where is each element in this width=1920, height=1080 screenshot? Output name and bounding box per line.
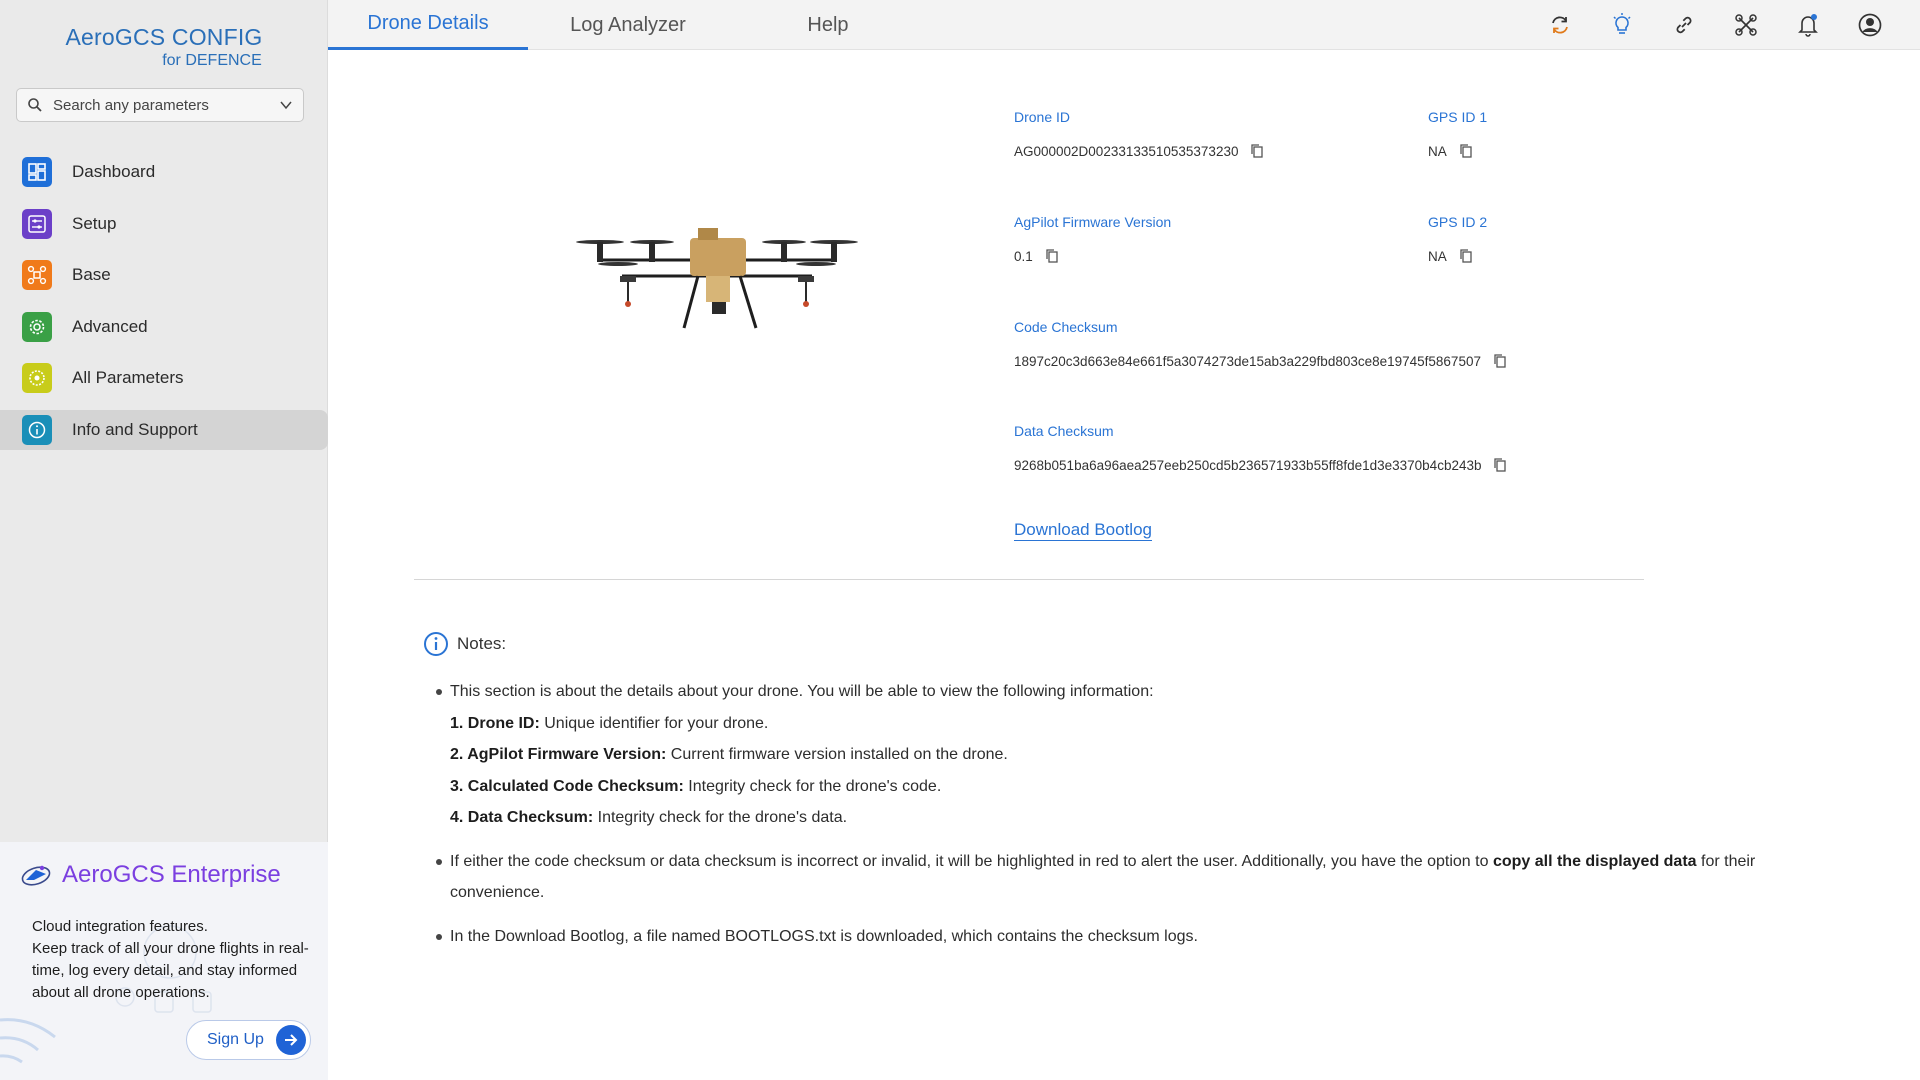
brand-logo: AeroGCS CONFIG for DEFENCE: [0, 24, 328, 70]
setup-icon: [22, 208, 52, 239]
note-desc: Integrity check for the drone's data.: [593, 809, 848, 826]
section-divider: [414, 579, 1644, 580]
note-term: 2. AgPilot Firmware Version:: [450, 746, 667, 763]
firmware-version-label: AgPilot Firmware Version: [1014, 214, 1172, 230]
code-checksum-field: 1897c20c3d663e84e661f5a3074273de15ab3a22…: [1014, 353, 1507, 369]
list-item: 1. Drone ID: Unique identifier for your …: [436, 708, 1776, 740]
list-item: This section is about the details about …: [436, 676, 1776, 708]
note-desc: Unique identifier for your drone.: [539, 714, 769, 732]
search-input[interactable]: [53, 96, 279, 114]
sidebar-item-label: Info and Support: [72, 419, 198, 439]
drone-icon[interactable]: [1732, 11, 1760, 39]
note-emphasis: copy all the displayed data: [1492, 852, 1697, 870]
promo-description: Cloud integration features. Keep track o…: [32, 916, 312, 1004]
drone-image: [576, 228, 858, 329]
brand-title: AeroGCS CONFIG: [65, 24, 263, 50]
bell-icon[interactable]: [1794, 11, 1822, 39]
data-checksum-label: Data Checksum: [1014, 423, 1114, 439]
note-text: If either the code checksum or data chec…: [450, 852, 1493, 870]
drone-id-value: AG000002D00233133510535373230: [1014, 143, 1239, 159]
download-bootlog-link[interactable]: Download Bootlog: [1014, 520, 1152, 541]
gps-id-2-field: NA: [1428, 248, 1473, 264]
sidebar-item-setup[interactable]: Setup: [0, 204, 328, 244]
sidebar-item-info-and-support[interactable]: Info and Support: [0, 409, 328, 450]
all-parameters-icon: [22, 363, 52, 393]
gps-id-1-label: GPS ID 1: [1428, 109, 1488, 125]
note-desc: Integrity check for the drone's code.: [683, 777, 942, 795]
sidebar-item-dashboard[interactable]: Dashboard: [0, 152, 328, 192]
drone-id-label: Drone ID: [1014, 109, 1071, 125]
data-checksum-field: 9268b051ba6a96aea257eeb250cd5b236571933b…: [1014, 457, 1507, 473]
firmware-version-field: 0.1: [1014, 248, 1059, 264]
enterprise-promo: AeroGCS Enterprise Cloud integration fea…: [0, 842, 328, 1080]
note-term: 3. Calculated Code Checksum:: [450, 777, 684, 795]
promo-text-line1: Cloud integration features.: [32, 918, 208, 935]
dashboard-icon: [22, 157, 52, 187]
chevron-down-icon[interactable]: [279, 98, 293, 112]
copy-icon[interactable]: [1250, 143, 1264, 159]
promo-text-line2: Keep track of all your drone flights in …: [32, 940, 309, 1001]
sign-up-button[interactable]: Sign Up: [186, 1020, 311, 1060]
copy-icon[interactable]: [1493, 457, 1507, 473]
notes-title: Notes:: [457, 634, 507, 653]
info-icon: [22, 414, 52, 445]
sidebar-item-label: Base: [72, 265, 111, 284]
sync-icon[interactable]: [1546, 11, 1574, 39]
notes-list: This section is about the details about …: [436, 676, 1776, 952]
enterprise-logo-icon: [21, 865, 51, 886]
sidebar-item-label: Dashboard: [72, 162, 156, 181]
brand-subtitle: for DEFENCE: [162, 52, 262, 69]
list-item: 3. Calculated Code Checksum: Integrity c…: [436, 771, 1776, 803]
code-checksum-label: Code Checksum: [1014, 319, 1118, 335]
code-checksum-value: 1897c20c3d663e84e661f5a3074273de15ab3a22…: [1014, 353, 1481, 369]
search-icon: [28, 98, 42, 112]
user-icon[interactable]: [1856, 11, 1884, 39]
sidebar: AeroGCS CONFIG for DEFENCE Dashboard Set…: [0, 0, 328, 1080]
sidebar-item-base[interactable]: Base: [0, 255, 328, 295]
copy-icon[interactable]: [1459, 248, 1473, 264]
copy-icon[interactable]: [1493, 353, 1507, 369]
promo-header: AeroGCS Enterprise: [20, 860, 281, 890]
list-item: 4. Data Checksum: Integrity check for th…: [436, 802, 1776, 834]
notes-header: Notes:: [423, 631, 506, 657]
drone-id-field: AG000002D00233133510535373230: [1014, 143, 1264, 159]
advanced-icon: [22, 311, 52, 342]
sidebar-nav: Dashboard Setup Base Advanced All Parame…: [0, 152, 328, 461]
note-term: 1. Drone ID:: [450, 714, 540, 732]
data-checksum-value: 9268b051ba6a96aea257eeb250cd5b236571933b…: [1014, 457, 1482, 473]
top-bar: Drone Details Log Analyzer Help: [328, 0, 1920, 50]
copy-icon[interactable]: [1045, 248, 1059, 264]
list-item: In the Download Bootlog, a file named BO…: [436, 921, 1776, 953]
gps-id-1-field: NA: [1428, 143, 1473, 159]
base-icon: [22, 260, 52, 290]
sidebar-item-label: Setup: [72, 213, 117, 233]
tab-drone-details[interactable]: Drone Details: [328, 0, 528, 50]
bulb-icon[interactable]: [1608, 11, 1636, 39]
copy-icon[interactable]: [1459, 143, 1473, 159]
sidebar-item-label: All Parameters: [72, 368, 184, 387]
note-desc: Current firmware version installed on th…: [666, 746, 1008, 763]
list-item: If either the code checksum or data chec…: [436, 846, 1776, 909]
tab-log-analyzer[interactable]: Log Analyzer: [528, 0, 728, 50]
sidebar-item-advanced[interactable]: Advanced: [0, 307, 328, 347]
gps-id-2-label: GPS ID 2: [1428, 214, 1488, 230]
sidebar-item-all-parameters[interactable]: All Parameters: [0, 358, 328, 398]
arrow-right-icon: [276, 1025, 306, 1055]
tab-help[interactable]: Help: [728, 0, 928, 50]
promo-title: AeroGCS Enterprise: [62, 861, 281, 888]
info-icon: [424, 632, 448, 656]
gps-id-2-value: NA: [1428, 248, 1447, 264]
gps-id-1-value: NA: [1428, 143, 1447, 159]
sign-up-label: Sign Up: [207, 1031, 264, 1048]
list-item: 2. AgPilot Firmware Version: Current fir…: [436, 739, 1776, 771]
search-box[interactable]: [16, 88, 304, 122]
firmware-version-value: 0.1: [1014, 248, 1033, 264]
note-term: 4. Data Checksum:: [450, 809, 594, 826]
sidebar-item-label: Advanced: [72, 316, 148, 336]
link-icon[interactable]: [1670, 11, 1698, 39]
